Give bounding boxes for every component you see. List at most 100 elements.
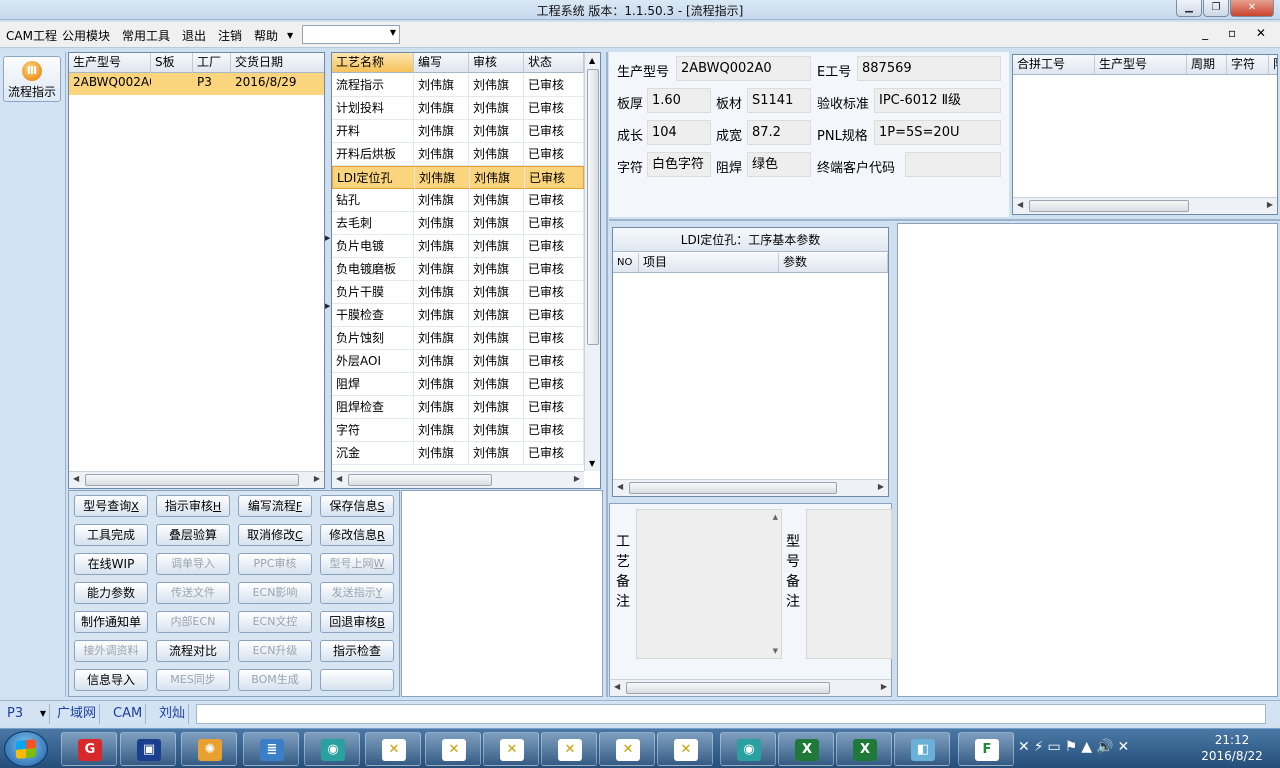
taskbar-app-16[interactable]: F <box>958 732 1014 766</box>
system-tray[interactable]: ✕⚡▭⚑▲🔊✕ <box>1018 739 1133 755</box>
action-button[interactable]: 流程对比 <box>156 640 230 662</box>
product-grid-header[interactable]: 工厂 <box>193 53 231 73</box>
material-field[interactable]: S1141 <box>747 88 811 113</box>
process-grid-row[interactable]: 钻孔 刘伟旗 刘伟旗 已审核 <box>332 189 584 212</box>
menu-help[interactable]: 帮助 <box>254 27 278 44</box>
solder-mask-field[interactable]: 绿色 <box>747 152 811 177</box>
taskbar-app-7[interactable]: ✕ <box>425 732 481 766</box>
taskbar-app-12[interactable]: ◉ <box>720 732 776 766</box>
menu-help-dropdown-icon[interactable]: ▼ <box>287 31 293 40</box>
model-note-field[interactable] <box>806 509 892 659</box>
process-grid-row[interactable]: 负片干膜 刘伟旗 刘伟旗 已审核 <box>332 281 584 304</box>
character-field[interactable]: 白色字符 <box>647 152 711 177</box>
process-grid-row[interactable]: 开料 刘伟旗 刘伟旗 已审核 <box>332 120 584 143</box>
action-button[interactable]: 信息导入 <box>74 669 148 691</box>
width-field[interactable]: 87.2 <box>747 120 811 145</box>
taskbar-app-14[interactable]: X <box>836 732 892 766</box>
process-grid-row[interactable]: 阻焊检查 刘伟旗 刘伟旗 已审核 <box>332 396 584 419</box>
menu-logout[interactable]: 注销 <box>218 27 242 44</box>
product-grid-row[interactable]: 2ABWQ002A0 P3 2016/8/29 <box>69 73 324 95</box>
taskbar-app-5[interactable]: ◉ <box>304 732 360 766</box>
taskbar-app-2[interactable]: ▣ <box>120 732 176 766</box>
thickness-field[interactable]: 1.60 <box>647 88 711 113</box>
e-number-field[interactable]: 887569 <box>857 56 1001 81</box>
action-button[interactable]: MES同步 <box>156 669 230 691</box>
menu-combo[interactable]: ▼ <box>302 25 400 44</box>
action-button[interactable]: 传送文件 <box>156 582 230 604</box>
param-grid-header[interactable]: 参数 <box>779 253 888 273</box>
product-grid-header[interactable]: S板 <box>151 53 193 73</box>
action-button[interactable]: 接外调资料 <box>74 640 148 662</box>
start-button[interactable] <box>4 731 48 767</box>
taskbar-app-8[interactable]: ✕ <box>483 732 539 766</box>
product-grid-header[interactable]: 生产型号 <box>69 53 151 73</box>
action-button[interactable]: 编写流程F <box>238 495 312 517</box>
process-grid-header[interactable]: 工艺名称 <box>332 53 414 73</box>
process-grid-row[interactable]: 负电镀磨板 刘伟旗 刘伟旗 已审核 <box>332 258 584 281</box>
process-grid-header[interactable]: 状态 <box>524 53 584 73</box>
menu-exit[interactable]: 退出 <box>182 27 206 44</box>
menu-common-modules[interactable]: 公用模块 <box>62 27 110 44</box>
process-grid-row[interactable]: 去毛刺 刘伟旗 刘伟旗 已审核 <box>332 212 584 235</box>
param-grid-hscrollbar[interactable]: ◀ ▶ <box>613 479 888 496</box>
action-button[interactable]: 内部ECN <box>156 611 230 633</box>
clock[interactable]: 21:12 2016/8/22 <box>1192 732 1272 764</box>
action-button[interactable]: 型号查询X <box>74 495 148 517</box>
process-grid-header[interactable]: 审核 <box>469 53 524 73</box>
process-note-field[interactable]: ▲ ▼ <box>636 509 782 659</box>
notes-hscrollbar[interactable]: ◀ ▶ <box>610 679 891 696</box>
action-button[interactable]: PPC审核 <box>238 553 312 575</box>
action-button[interactable]: 回退审核B <box>320 611 394 633</box>
process-grid-vscrollbar[interactable]: ▲ ▼ <box>584 53 600 471</box>
param-grid-header[interactable]: NO <box>613 253 639 273</box>
process-grid-row[interactable]: 沉金 刘伟旗 刘伟旗 已审核 <box>332 442 584 465</box>
taskbar-app-10[interactable]: ✕ <box>599 732 655 766</box>
taskbar-app-15[interactable]: ◧ <box>894 732 950 766</box>
process-grid-row[interactable]: 计划投料 刘伟旗 刘伟旗 已审核 <box>332 97 584 120</box>
process-grid-row[interactable]: 负片蚀刻 刘伟旗 刘伟旗 已审核 <box>332 327 584 350</box>
action-button[interactable]: 工具完成 <box>74 524 148 546</box>
action-button[interactable]: ECN升级 <box>238 640 312 662</box>
action-button[interactable]: BOM生成 <box>238 669 312 691</box>
process-grid-row[interactable]: 干膜检查 刘伟旗 刘伟旗 已审核 <box>332 304 584 327</box>
standard-field[interactable]: IPC-6012 Ⅱ级 <box>874 88 1001 113</box>
customer-code-field[interactable] <box>905 152 1001 177</box>
action-button[interactable]: 制作通知单 <box>74 611 148 633</box>
taskbar-app-11[interactable]: ✕ <box>657 732 713 766</box>
action-button[interactable]: ECN文控 <box>238 611 312 633</box>
menu-cam[interactable]: CAM工程 <box>6 27 57 44</box>
action-button[interactable]: 发送指示Y <box>320 582 394 604</box>
flow-instruction-button[interactable]: Ⅲ 流程指示 <box>3 56 61 102</box>
action-button[interactable]: 指示检查 <box>320 640 394 662</box>
taskbar-app-3[interactable]: ✺ <box>181 732 237 766</box>
param-grid-header[interactable]: 项目 <box>639 253 779 273</box>
action-button[interactable]: ECN影响 <box>238 582 312 604</box>
pnl-field[interactable]: 1P=5S=20U <box>874 120 1001 145</box>
taskbar-app-1[interactable]: G <box>61 732 117 766</box>
process-grid-hscrollbar[interactable]: ◀ ▶ <box>332 471 584 488</box>
product-grid-hscrollbar[interactable]: ◀ ▶ <box>69 471 324 488</box>
action-button[interactable]: 在线WIP <box>74 553 148 575</box>
action-button[interactable]: 能力参数 <box>74 582 148 604</box>
action-button[interactable]: 叠层验算 <box>156 524 230 546</box>
action-button[interactable] <box>320 669 394 691</box>
taskbar-app-4[interactable]: ≣ <box>243 732 299 766</box>
maximize-button[interactable]: ❐ <box>1203 0 1229 17</box>
mdi-window-controls[interactable]: _ ▫ ✕ <box>1202 26 1274 40</box>
process-grid-header[interactable]: 编写 <box>414 53 469 73</box>
merge-grid-header[interactable]: 阻焊 <box>1269 55 1277 75</box>
merge-grid-hscrollbar[interactable]: ◀ ▶ <box>1013 197 1277 214</box>
action-button[interactable]: 指示审核H <box>156 495 230 517</box>
process-grid-row[interactable]: LDI定位孔 刘伟旗 刘伟旗 已审核 <box>332 166 585 189</box>
model-field[interactable]: 2ABWQ002A0 <box>676 56 811 81</box>
menu-common-tools[interactable]: 常用工具 <box>122 27 170 44</box>
taskbar-app-6[interactable]: ✕ <box>365 732 421 766</box>
factory-selector[interactable]: P3 ▼ <box>4 704 50 724</box>
length-field[interactable]: 104 <box>647 120 711 145</box>
close-button[interactable]: ✕ <box>1230 0 1274 17</box>
action-button[interactable]: 调单导入 <box>156 553 230 575</box>
action-button[interactable]: 修改信息R <box>320 524 394 546</box>
merge-grid-header[interactable]: 生产型号 <box>1095 55 1187 75</box>
merge-grid-header[interactable]: 合拼工号 <box>1013 55 1095 75</box>
action-button[interactable]: 取消修改C <box>238 524 312 546</box>
